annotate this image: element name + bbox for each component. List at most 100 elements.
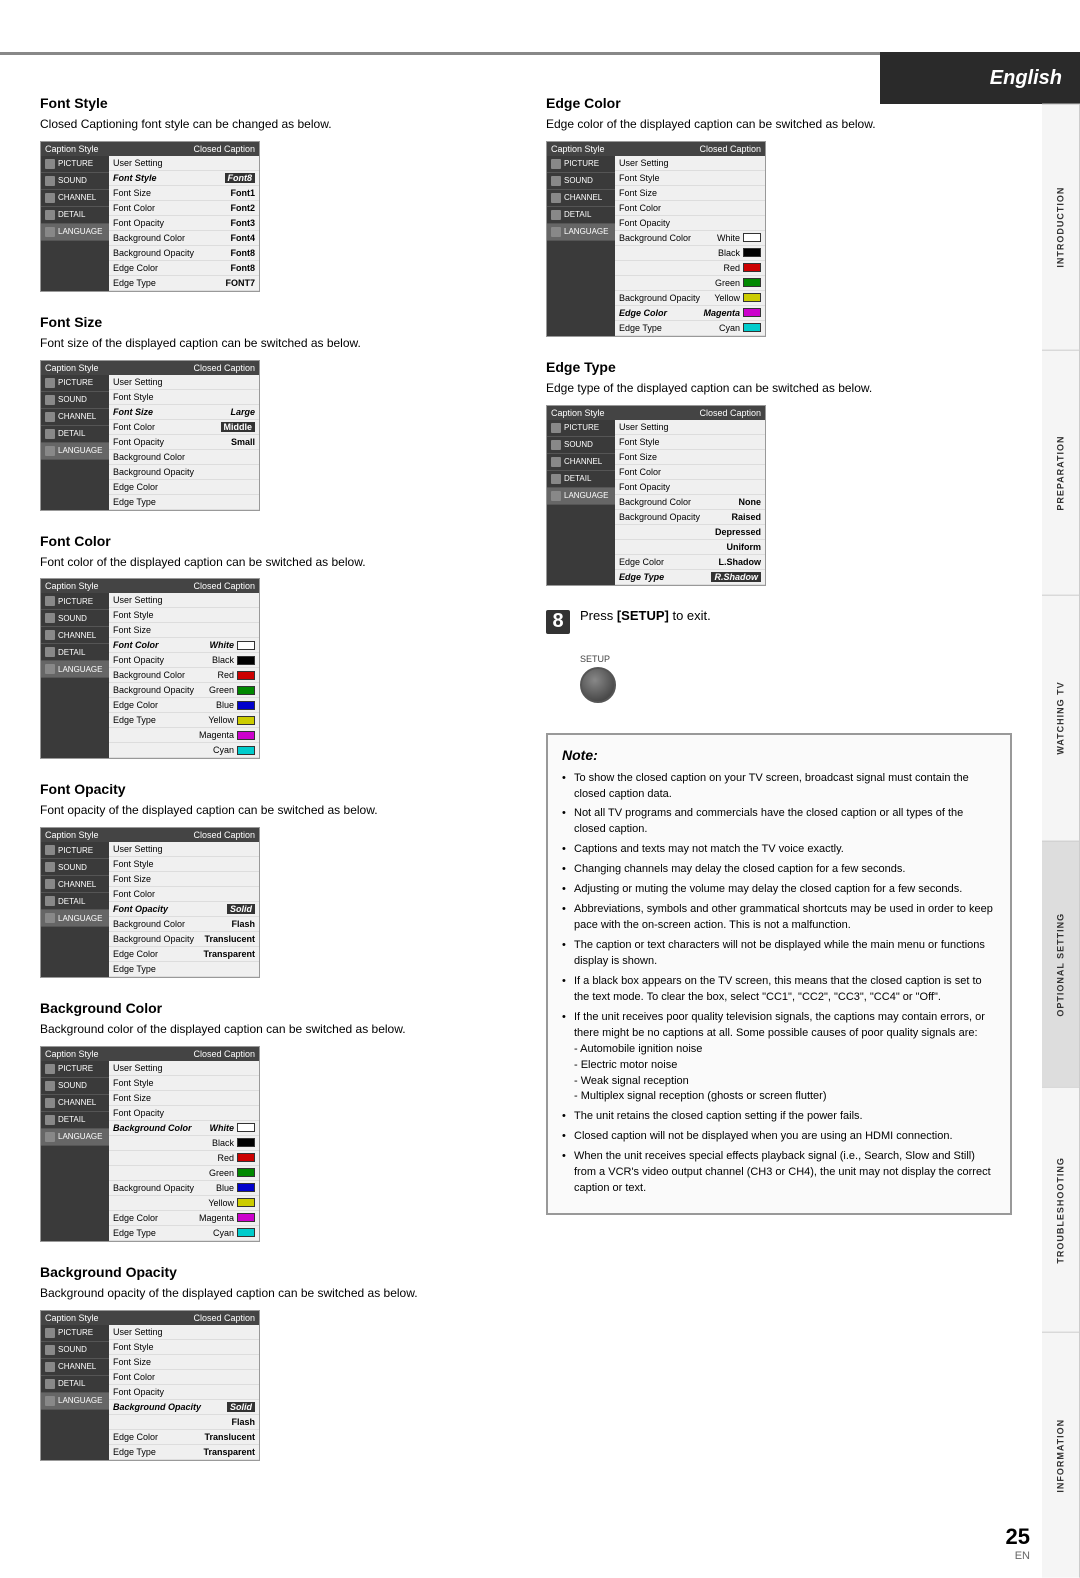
sidebar-channel: CHANNEL [41, 1095, 109, 1112]
bg-color-desc: Background color of the displayed captio… [40, 1021, 506, 1038]
magenta-swatch [237, 731, 255, 740]
menu-row: Edge ColorTransparent [109, 947, 259, 962]
menu-row: Font ColorMiddle [109, 420, 259, 435]
sound-icon [45, 1081, 55, 1091]
green-swatch [743, 278, 761, 287]
tab-troubleshooting[interactable]: TROUBLESHOOTING [1042, 1087, 1080, 1333]
sidebar-channel: CHANNEL [41, 1359, 109, 1376]
menu-header-right: Closed Caption [699, 408, 761, 418]
font-style-menu: Caption Style Closed Caption PICTURE SOU… [40, 141, 260, 292]
menu-row: Font SizeLarge [109, 405, 259, 420]
sidebar-channel: CHANNEL [547, 190, 615, 207]
sidebar-language: LANGUAGE [41, 1129, 109, 1146]
menu-row: Background ColorWhite [109, 1121, 259, 1136]
sidebar-sound: SOUND [41, 1342, 109, 1359]
font-size-title: Font Size [40, 314, 506, 330]
menu-header-left: Caption Style [551, 144, 605, 154]
sidebar-language: LANGUAGE [547, 488, 615, 505]
menu-row: Font Style [615, 171, 765, 186]
channel-icon [45, 630, 55, 640]
bg-opacity-desc: Background opacity of the displayed capt… [40, 1285, 506, 1302]
setup-button-label: [SETUP] [617, 608, 669, 623]
menu-header: Caption Style Closed Caption [41, 828, 259, 842]
section-font-style: Font Style Closed Captioning font style … [40, 95, 506, 292]
menu-row: Font Opacity [109, 1385, 259, 1400]
menu-row: Black [109, 1136, 259, 1151]
sidebar-picture: PICTURE [41, 593, 109, 610]
sidebar-detail: DETAIL [41, 207, 109, 224]
sidebar-picture: PICTURE [547, 156, 615, 173]
menu-row: Background Color [109, 450, 259, 465]
green-swatch [237, 1168, 255, 1177]
menu-row: User Setting [109, 375, 259, 390]
menu-row: Depressed [615, 525, 765, 540]
sidebar-picture: PICTURE [547, 420, 615, 437]
language-icon [45, 913, 55, 923]
magenta-swatch [743, 308, 761, 317]
menu-body: PICTURE SOUND CHANNEL DETAIL LANGUAGE Us… [547, 420, 765, 585]
menu-row: Edge Type [109, 495, 259, 510]
menu-row: Green [109, 1166, 259, 1181]
setup-btn-circle[interactable] [580, 667, 616, 703]
main-content: Font Style Closed Captioning font style … [0, 75, 1042, 1523]
menu-rows: User Setting Font Style Font Size Font C… [109, 593, 259, 758]
menu-sidebar: PICTURE SOUND CHANNEL DETAIL LANGUAGE [547, 156, 615, 336]
menu-row: User Setting [615, 156, 765, 171]
menu-row: Font OpacitySmall [109, 435, 259, 450]
menu-row: Font ColorWhite [109, 638, 259, 653]
menu-header: Caption Style Closed Caption [547, 406, 765, 420]
sidebar-sound: SOUND [41, 1078, 109, 1095]
page-number: 25 [1006, 1524, 1030, 1550]
tab-optional-setting[interactable]: OPTIONAL SETTING [1042, 841, 1080, 1087]
sound-icon [551, 176, 561, 186]
tab-watching-tv[interactable]: WATCHING TV [1042, 595, 1080, 841]
menu-row: User Setting [109, 1325, 259, 1340]
step-number: 8 [546, 610, 570, 634]
sidebar-detail: DETAIL [41, 893, 109, 910]
menu-header-right: Closed Caption [699, 144, 761, 154]
note-item: Changing channels may delay the closed c… [562, 862, 996, 878]
menu-row: Background OpacitySolid [109, 1400, 259, 1415]
tab-introduction[interactable]: INTRODUCTION [1042, 104, 1080, 350]
menu-header: Caption Style Closed Caption [547, 142, 765, 156]
note-list: To show the closed caption on your TV sc… [562, 771, 996, 1198]
menu-row: User Setting [109, 842, 259, 857]
menu-row: Background ColorFont4 [109, 231, 259, 246]
font-size-menu: Caption Style Closed Caption PICTURE SOU… [40, 360, 260, 511]
menu-row: Edge ColorFont8 [109, 261, 259, 276]
sidebar-picture: PICTURE [41, 1061, 109, 1078]
bg-opacity-title: Background Opacity [40, 1264, 506, 1280]
sidebar-channel: CHANNEL [41, 409, 109, 426]
menu-rows: User Setting Font Style Font Size Font C… [109, 1325, 259, 1460]
sidebar-channel: CHANNEL [41, 876, 109, 893]
note-item: Captions and texts may not match the TV … [562, 842, 996, 858]
font-opacity-desc: Font opacity of the displayed caption ca… [40, 802, 506, 819]
menu-header: Caption Style Closed Caption [41, 142, 259, 156]
sidebar-sound: SOUND [41, 610, 109, 627]
picture-icon [45, 845, 55, 855]
menu-body: PICTURE SOUND CHANNEL DETAIL LANGUAGE Us… [41, 842, 259, 977]
menu-row: Background ColorRed [109, 668, 259, 683]
sidebar-picture: PICTURE [41, 375, 109, 392]
section-edge-type: Edge Type Edge type of the displayed cap… [546, 359, 1012, 586]
menu-header-left: Caption Style [551, 408, 605, 418]
detail-icon [45, 429, 55, 439]
tab-information[interactable]: INFORMATION [1042, 1332, 1080, 1578]
white-swatch [743, 233, 761, 242]
note-item: Closed caption will not be displayed whe… [562, 1129, 996, 1145]
menu-row: Edge TypeTransparent [109, 1445, 259, 1460]
cyan-swatch [743, 323, 761, 332]
step-text-suffix: to exit. [669, 608, 711, 623]
blue-swatch [237, 701, 255, 710]
left-column: Font Style Closed Captioning font style … [40, 95, 506, 1483]
language-icon [45, 227, 55, 237]
language-label: English [990, 67, 1062, 90]
tab-preparation[interactable]: PREPARATION [1042, 350, 1080, 596]
note-item: Not all TV programs and commercials have… [562, 806, 996, 838]
menu-row: Background ColorWhite [615, 231, 765, 246]
menu-body: PICTURE SOUND CHANNEL DETAIL LANGUAGE Us… [41, 375, 259, 510]
section-edge-color: Edge Color Edge color of the displayed c… [546, 95, 1012, 337]
menu-row: Background Opacity [109, 465, 259, 480]
black-swatch [237, 656, 255, 665]
sidebar-sound: SOUND [547, 173, 615, 190]
